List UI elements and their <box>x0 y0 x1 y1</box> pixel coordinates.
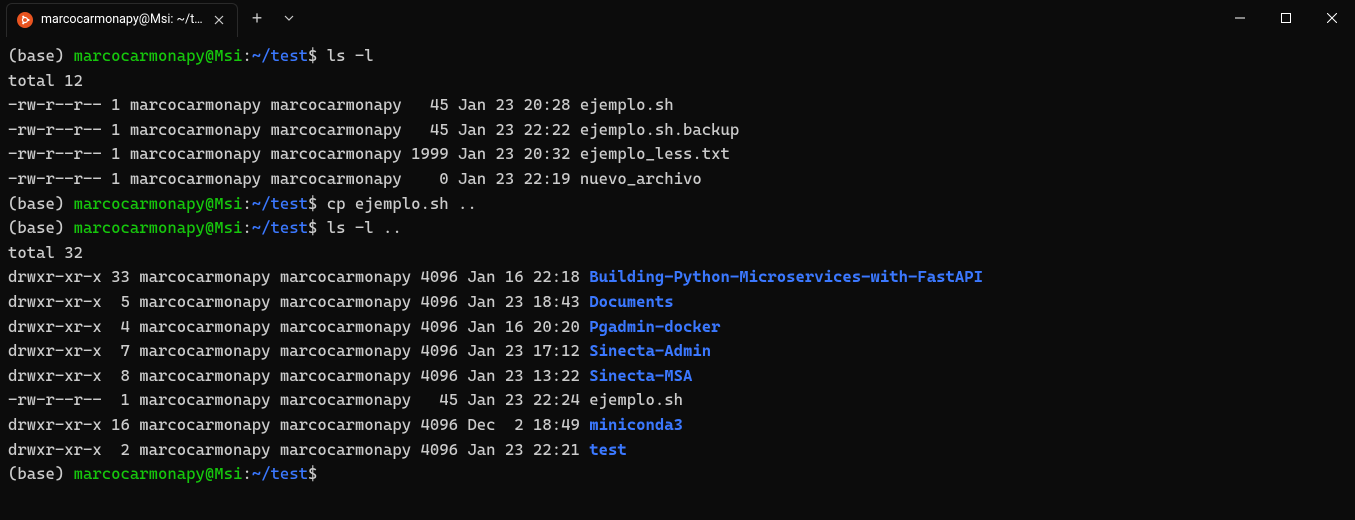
ubuntu-icon <box>17 12 33 28</box>
ls-row: -rw-r--r-- 1 marcocarmonapy marcocarmona… <box>8 93 1347 118</box>
prompt-env: (base) <box>8 218 74 237</box>
prompt-line: (base) marcocarmonapy@Msi:~/test$ ls -l <box>8 44 1347 69</box>
prompt-symbol: $ <box>308 194 327 213</box>
ls-perm: -rw-r--r-- 1 marcocarmonapy marcocarmona… <box>8 95 580 114</box>
maximize-button[interactable] <box>1263 0 1309 36</box>
new-tab-button[interactable]: + <box>240 1 274 35</box>
prompt-cwd: ~/test <box>252 464 308 483</box>
ls-perm: -rw-r--r-- 1 marcocarmonapy marcocarmona… <box>8 390 589 409</box>
ls-name: Pgadmin-docker <box>589 317 720 336</box>
terminal-area[interactable]: (base) marcocarmonapy@Msi:~/test$ ls -lt… <box>0 36 1355 487</box>
ls-row: drwxr-xr-x 5 marcocarmonapy marcocarmona… <box>8 290 1347 315</box>
total-line: total 32 <box>8 241 1347 266</box>
ls-perm: drwxr-xr-x 16 marcocarmonapy marcocarmon… <box>8 415 589 434</box>
ls-row: drwxr-xr-x 33 marcocarmonapy marcocarmon… <box>8 265 1347 290</box>
ls-row: -rw-r--r-- 1 marcocarmonapy marcocarmona… <box>8 167 1347 192</box>
prompt-user-host: marcocarmonapy@Msi <box>74 218 243 237</box>
ls-perm: -rw-r--r-- 1 marcocarmonapy marcocarmona… <box>8 120 580 139</box>
prompt-cwd: ~/test <box>252 46 308 65</box>
ls-perm: drwxr-xr-x 2 marcocarmonapy marcocarmona… <box>8 440 589 459</box>
ls-name: Sinecta-MSA <box>589 366 692 385</box>
ls-name: ejemplo_less.txt <box>580 144 730 163</box>
ls-row: drwxr-xr-x 7 marcocarmonapy marcocarmona… <box>8 339 1347 364</box>
prompt-line: (base) marcocarmonapy@Msi:~/test$ <box>8 462 1347 487</box>
ls-row: -rw-r--r-- 1 marcocarmonapy marcocarmona… <box>8 388 1347 413</box>
prompt-env: (base) <box>8 464 74 483</box>
ls-perm: drwxr-xr-x 4 marcocarmonapy marcocarmona… <box>8 317 589 336</box>
ls-perm: drwxr-xr-x 33 marcocarmonapy marcocarmon… <box>8 267 589 286</box>
close-button[interactable] <box>1309 0 1355 36</box>
cmd: ls -l .. <box>327 218 402 237</box>
ls-perm: -rw-r--r-- 1 marcocarmonapy marcocarmona… <box>8 144 580 163</box>
ls-row: -rw-r--r-- 1 marcocarmonapy marcocarmona… <box>8 142 1347 167</box>
ls-row: -rw-r--r-- 1 marcocarmonapy marcocarmona… <box>8 118 1347 143</box>
total-line: total 12 <box>8 69 1347 94</box>
cmd: ls -l <box>327 46 374 65</box>
prompt-colon: : <box>242 464 251 483</box>
prompt-colon: : <box>242 218 251 237</box>
ls-name: test <box>589 440 627 459</box>
tab-title: marcocarmonapy@Msi: ~/tes <box>41 8 203 33</box>
ls-perm: drwxr-xr-x 7 marcocarmonapy marcocarmona… <box>8 341 589 360</box>
titlebar: marcocarmonapy@Msi: ~/tes + <box>0 0 1355 36</box>
tab-active[interactable]: marcocarmonapy@Msi: ~/tes <box>6 3 238 37</box>
prompt-env: (base) <box>8 46 74 65</box>
cmd: cp ejemplo.sh .. <box>327 194 477 213</box>
prompt-cwd: ~/test <box>252 218 308 237</box>
prompt-user-host: marcocarmonapy@Msi <box>74 194 243 213</box>
prompt-line: (base) marcocarmonapy@Msi:~/test$ ls -l … <box>8 216 1347 241</box>
ls-perm: -rw-r--r-- 1 marcocarmonapy marcocarmona… <box>8 169 580 188</box>
prompt-user-host: marcocarmonapy@Msi <box>74 46 243 65</box>
prompt-user-host: marcocarmonapy@Msi <box>74 464 243 483</box>
ls-name: Sinecta-Admin <box>589 341 711 360</box>
ls-perm: drwxr-xr-x 8 marcocarmonapy marcocarmona… <box>8 366 589 385</box>
ls-row: drwxr-xr-x 8 marcocarmonapy marcocarmona… <box>8 364 1347 389</box>
prompt-line: (base) marcocarmonapy@Msi:~/test$ cp eje… <box>8 192 1347 217</box>
ls-name: Documents <box>589 292 673 311</box>
prompt-symbol: $ <box>308 464 327 483</box>
ls-perm: drwxr-xr-x 5 marcocarmonapy marcocarmona… <box>8 292 589 311</box>
ls-name: Building-Python-Microservices-with-FastA… <box>589 267 983 286</box>
prompt-symbol: $ <box>308 218 327 237</box>
prompt-env: (base) <box>8 194 74 213</box>
ls-name: ejemplo.sh <box>589 390 683 409</box>
ls-row: drwxr-xr-x 4 marcocarmonapy marcocarmona… <box>8 315 1347 340</box>
prompt-cwd: ~/test <box>252 194 308 213</box>
ls-name: ejemplo.sh <box>580 95 674 114</box>
ls-name: miniconda3 <box>589 415 683 434</box>
prompt-colon: : <box>242 46 251 65</box>
ls-row: drwxr-xr-x 16 marcocarmonapy marcocarmon… <box>8 413 1347 438</box>
minimize-button[interactable] <box>1217 0 1263 36</box>
ls-row: drwxr-xr-x 2 marcocarmonapy marcocarmona… <box>8 438 1347 463</box>
ls-name: ejemplo.sh.backup <box>580 120 739 139</box>
tab-close-icon[interactable] <box>211 12 227 28</box>
prompt-symbol: $ <box>308 46 327 65</box>
prompt-colon: : <box>242 194 251 213</box>
tab-dropdown-icon[interactable] <box>274 1 304 35</box>
ls-name: nuevo_archivo <box>580 169 702 188</box>
